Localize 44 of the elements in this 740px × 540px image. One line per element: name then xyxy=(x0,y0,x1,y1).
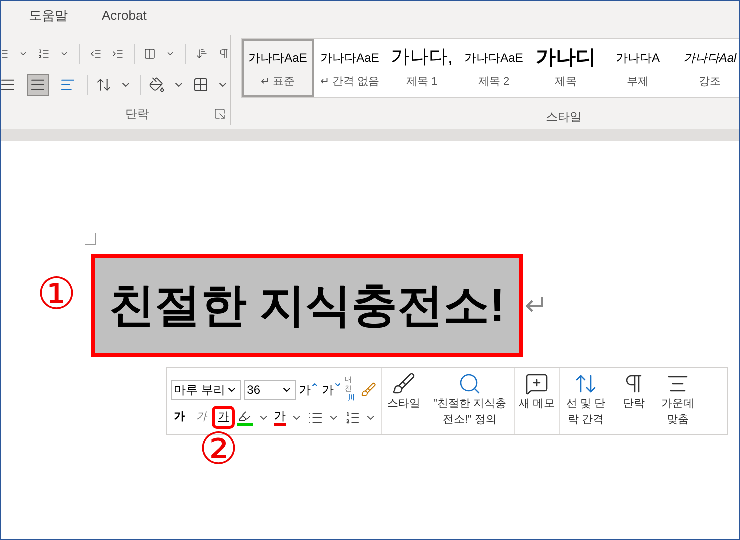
search-icon xyxy=(458,372,482,396)
style-item[interactable]: 가나다AaE ↵ 표준 xyxy=(242,39,314,97)
toolbar-button[interactable]: 가운데 맞춤 xyxy=(656,368,700,434)
font-dropdown[interactable]: 마루 부리 xyxy=(171,380,242,400)
selected-heading: 친절한 지식충전소! xyxy=(91,254,523,357)
toolbar-button[interactable]: 선 및 단락 간격 xyxy=(560,368,612,434)
toolbar-button[interactable]: 스타일 xyxy=(382,368,426,434)
down-caret-icon xyxy=(334,380,342,388)
brush-icon xyxy=(392,372,416,396)
shading-icon[interactable] xyxy=(149,77,165,93)
ribbon-tab[interactable]: Acrobat xyxy=(102,6,147,26)
highlighter-icon[interactable] xyxy=(237,410,252,426)
callout-number: ② xyxy=(199,428,238,472)
justify-icon xyxy=(30,77,46,93)
up-caret-icon xyxy=(310,380,319,388)
style-item[interactable]: 가나다Aal 강조 xyxy=(674,39,739,97)
toolbar-button[interactable]: 단락 xyxy=(612,368,656,434)
shrink-font-button[interactable]: 가 xyxy=(322,380,342,398)
font-color-button[interactable]: 가 xyxy=(274,409,286,426)
callout-number: ① xyxy=(37,273,76,317)
style-item[interactable]: 가나다A 부제 xyxy=(602,39,674,97)
grow-font-button[interactable]: 가 xyxy=(298,380,319,398)
style-item[interactable]: 가나디 제목 xyxy=(530,39,602,97)
paragraph-mark: ↵ xyxy=(525,288,548,322)
group-label: 스타일 xyxy=(546,109,583,126)
borders-icon[interactable] xyxy=(193,77,209,93)
format-button[interactable]: 가 xyxy=(215,409,232,426)
format-button[interactable]: 가 xyxy=(193,409,210,426)
justify-icon xyxy=(1,77,16,93)
size-dropdown[interactable]: 36 xyxy=(244,380,296,400)
style-item[interactable]: 가나다AaE ↵ 간격 없음 xyxy=(314,39,386,97)
group-label: 단락 xyxy=(126,106,150,123)
format-painter-icon[interactable] xyxy=(361,382,377,398)
align-button[interactable] xyxy=(27,74,49,96)
line-spacing-icon[interactable] xyxy=(96,77,112,93)
numbered-list-icon[interactable] xyxy=(344,410,360,426)
ribbon-tab[interactable]: 도움말 xyxy=(29,6,68,26)
toolbar-button[interactable]: 새 메모 xyxy=(515,368,559,434)
dialog-launcher-icon[interactable] xyxy=(214,108,226,120)
style-item[interactable]: 가나다AaE 제목 2 xyxy=(458,39,530,97)
toolbar-button[interactable]: "친절한 지식충전소!" 정의 xyxy=(426,368,514,434)
style-item[interactable]: 가나다, 제목 1 xyxy=(386,39,458,97)
comment-icon xyxy=(525,372,549,396)
format-button[interactable]: 가 xyxy=(171,409,188,426)
